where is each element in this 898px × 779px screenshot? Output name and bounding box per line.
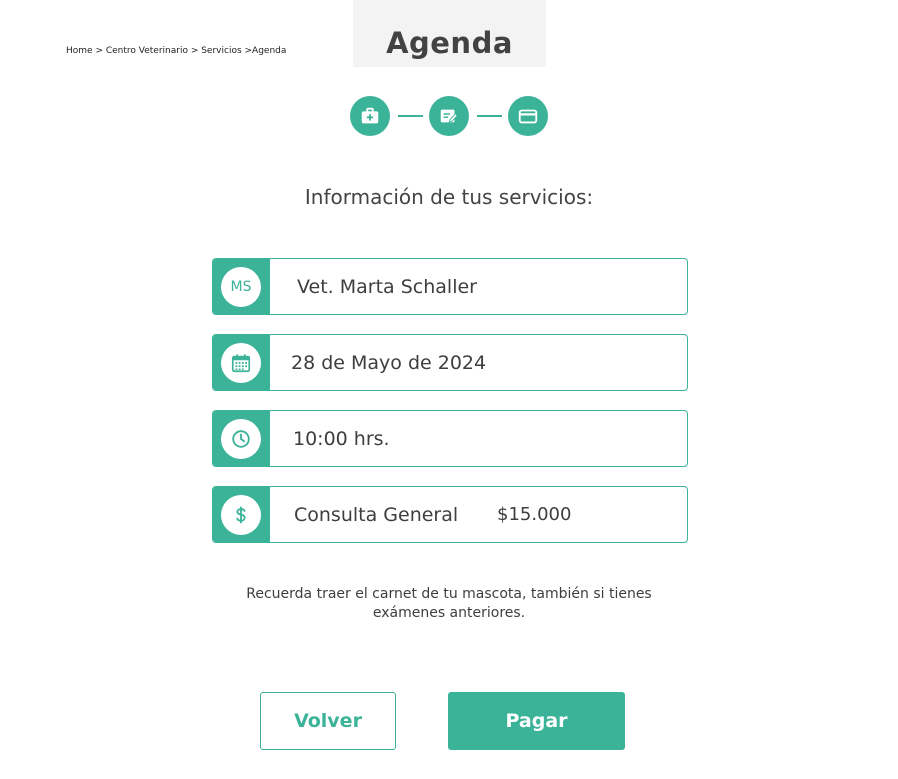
medical-kit-icon (361, 107, 379, 124)
appointment-date: 28 de Mayo de 2024 (291, 351, 487, 374)
section-heading: Información de tus servicios: (304, 185, 594, 209)
step-services (350, 96, 390, 136)
vet-row: MS Vet. Marta Schaller (212, 258, 688, 315)
edit-form-icon (440, 109, 458, 123)
calendar-icon (231, 354, 251, 373)
step-connector (398, 115, 423, 117)
page-title-box: Agenda (353, 0, 546, 67)
service-price: $15.000 (497, 504, 572, 525)
service-row: Consulta General $15.000 (212, 486, 688, 543)
breadcrumb: Home > Centro Veterinario > Servicios >A… (66, 46, 287, 56)
vet-avatar: MS (221, 267, 261, 307)
pay-button[interactable]: Pagar (448, 692, 625, 750)
service-name: Consulta General (294, 503, 459, 526)
date-row: 28 de Mayo de 2024 (212, 334, 688, 391)
dollar-icon (236, 506, 246, 524)
progress-steps (350, 96, 550, 136)
reminder-note: Recuerda traer el carnet de tu mascota, … (246, 586, 652, 621)
step-payment (508, 96, 548, 136)
page-title: Agenda (386, 26, 513, 60)
step-connector (477, 115, 502, 117)
back-button[interactable]: Volver (260, 692, 396, 750)
appointment-time: 10:00 hrs. (293, 427, 390, 450)
step-details (429, 96, 469, 136)
credit-card-icon (518, 109, 538, 124)
clock-icon (232, 430, 250, 448)
vet-name: Vet. Marta Schaller (297, 275, 477, 298)
time-row: 10:00 hrs. (212, 410, 688, 467)
